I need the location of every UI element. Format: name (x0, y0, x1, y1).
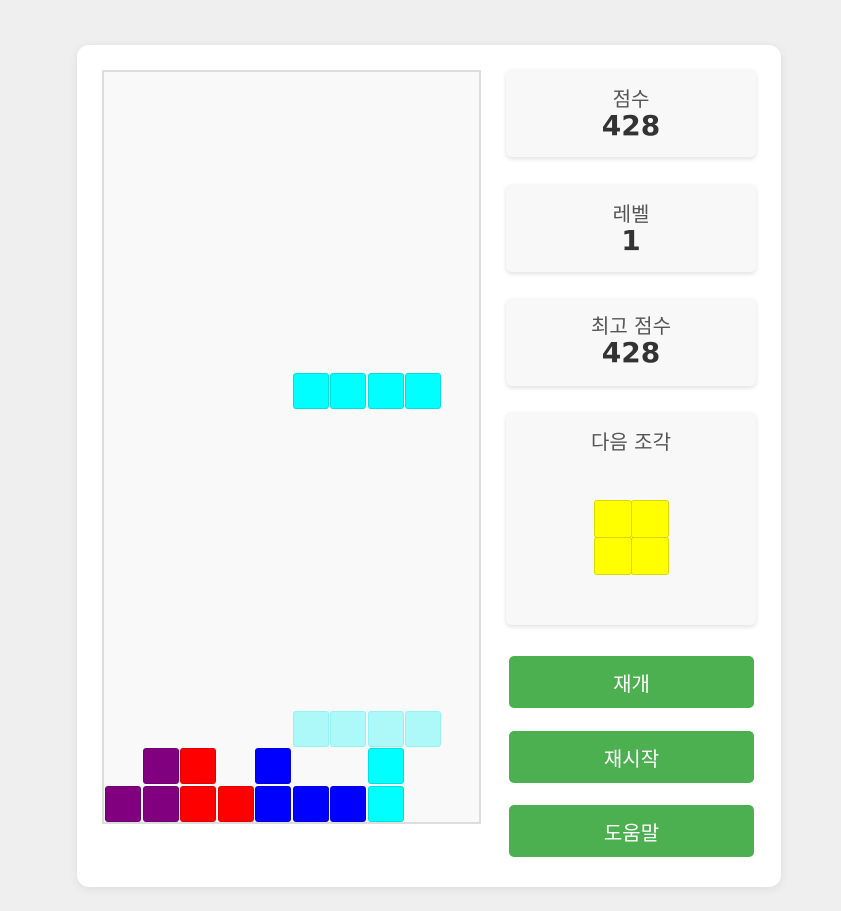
next-piece-preview (594, 500, 670, 576)
next-piece-block (631, 500, 669, 538)
locked-block (367, 785, 404, 822)
active-piece-block (292, 373, 329, 409)
locked-block (330, 785, 366, 822)
locked-block (367, 748, 404, 784)
next-piece-block (631, 537, 669, 575)
locked-block (105, 785, 141, 822)
locked-block (180, 748, 216, 784)
level-label: 레벨 (612, 202, 650, 226)
ghost-block (367, 710, 404, 747)
level-value: 1 (621, 224, 641, 257)
locked-block (292, 785, 329, 822)
active-piece-block (405, 373, 441, 409)
active-piece-block (330, 373, 366, 409)
next-piece-block (594, 537, 632, 575)
resume-button[interactable]: 재개 (509, 656, 754, 708)
locked-block (142, 748, 179, 784)
ghost-block (405, 710, 441, 747)
score-value: 428 (601, 109, 661, 142)
score-label: 점수 (612, 87, 650, 111)
active-piece-block (367, 373, 404, 409)
score-panel: 점수 428 (506, 69, 756, 157)
locked-block (142, 785, 179, 822)
locked-block (255, 785, 291, 822)
restart-button[interactable]: 재시작 (509, 731, 754, 783)
high-score-panel: 최고 점수 428 (506, 298, 756, 386)
high-score-value: 428 (601, 336, 661, 369)
ghost-block (292, 710, 329, 747)
next-piece-block (594, 500, 632, 538)
locked-block (180, 785, 216, 822)
high-score-label: 최고 점수 (591, 314, 671, 338)
level-panel: 레벨 1 (506, 184, 756, 272)
locked-block (255, 748, 291, 784)
game-board[interactable] (102, 70, 481, 824)
locked-block (217, 785, 254, 822)
next-piece-label: 다음 조각 (591, 430, 671, 454)
help-button[interactable]: 도움말 (509, 805, 754, 857)
ghost-block (330, 710, 366, 747)
